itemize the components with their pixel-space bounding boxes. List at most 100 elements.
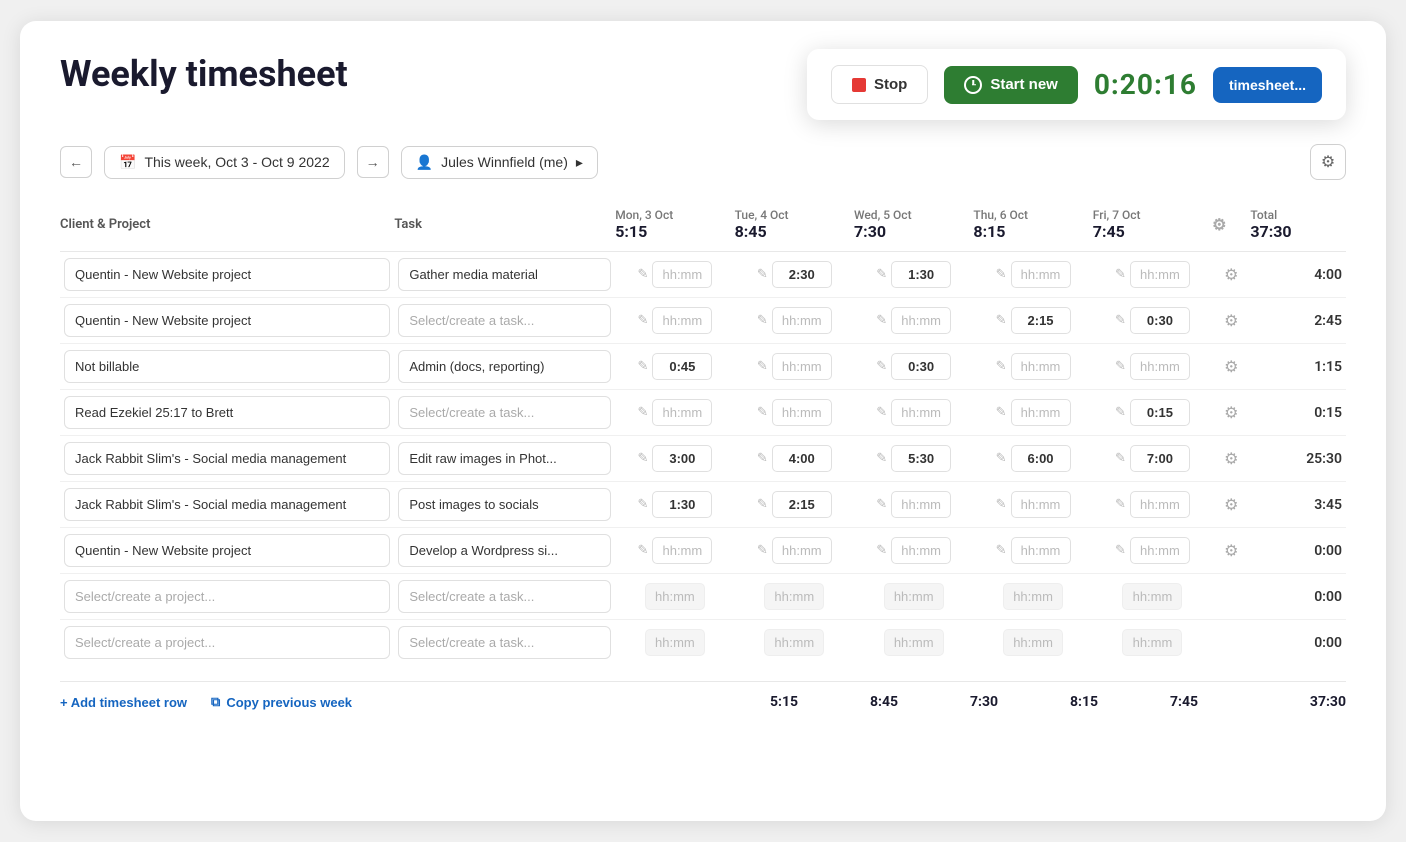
project-input[interactable] (64, 258, 390, 291)
time-input[interactable] (652, 399, 712, 426)
edit-icon[interactable]: ✎ (996, 267, 1007, 282)
time-input[interactable] (1130, 399, 1190, 426)
edit-icon[interactable]: ✎ (1115, 313, 1126, 328)
copy-week-button[interactable]: ⧉ Copy previous week (211, 694, 352, 710)
time-input[interactable] (1011, 353, 1071, 380)
date-range-button[interactable]: 📅 This week, Oct 3 - Oct 9 2022 (104, 146, 345, 179)
edit-icon[interactable]: ✎ (757, 405, 768, 420)
edit-icon[interactable]: ✎ (876, 405, 887, 420)
task-input[interactable] (398, 442, 611, 475)
prev-week-button[interactable]: ← (60, 146, 92, 178)
row-gear-icon[interactable]: ⚙ (1224, 449, 1238, 468)
edit-icon[interactable]: ✎ (757, 543, 768, 558)
time-input[interactable] (764, 583, 824, 610)
edit-icon[interactable]: ✎ (757, 359, 768, 374)
time-input[interactable] (1130, 491, 1190, 518)
edit-icon[interactable]: ✎ (637, 267, 648, 282)
time-input[interactable] (1130, 445, 1190, 472)
time-input[interactable] (772, 399, 832, 426)
edit-icon[interactable]: ✎ (757, 497, 768, 512)
time-input[interactable] (1130, 307, 1190, 334)
task-input[interactable] (398, 258, 611, 291)
edit-icon[interactable]: ✎ (637, 497, 648, 512)
settings-button[interactable]: ⚙ (1310, 144, 1346, 180)
edit-icon[interactable]: ✎ (757, 313, 768, 328)
edit-icon[interactable]: ✎ (637, 405, 648, 420)
edit-icon[interactable]: ✎ (876, 497, 887, 512)
time-input[interactable] (884, 583, 944, 610)
edit-icon[interactable]: ✎ (876, 359, 887, 374)
time-input[interactable] (645, 629, 705, 656)
task-input[interactable] (398, 396, 611, 429)
time-input[interactable] (772, 261, 832, 288)
edit-icon[interactable]: ✎ (996, 313, 1007, 328)
project-input[interactable] (64, 304, 390, 337)
task-input[interactable] (398, 304, 611, 337)
task-input[interactable] (398, 626, 611, 659)
time-input[interactable] (1011, 537, 1071, 564)
edit-icon[interactable]: ✎ (637, 359, 648, 374)
edit-icon[interactable]: ✎ (1115, 451, 1126, 466)
time-input[interactable] (1011, 307, 1071, 334)
edit-icon[interactable]: ✎ (996, 359, 1007, 374)
edit-icon[interactable]: ✎ (996, 543, 1007, 558)
time-input[interactable] (652, 261, 712, 288)
time-input[interactable] (1003, 629, 1063, 656)
edit-icon[interactable]: ✎ (1115, 497, 1126, 512)
time-input[interactable] (652, 307, 712, 334)
time-input[interactable] (1122, 583, 1182, 610)
project-input[interactable] (64, 350, 390, 383)
edit-icon[interactable]: ✎ (996, 451, 1007, 466)
edit-icon[interactable]: ✎ (757, 451, 768, 466)
time-input[interactable] (652, 445, 712, 472)
time-input[interactable] (1130, 537, 1190, 564)
edit-icon[interactable]: ✎ (1115, 405, 1126, 420)
time-input[interactable] (1011, 261, 1071, 288)
edit-icon[interactable]: ✎ (876, 313, 887, 328)
edit-icon[interactable]: ✎ (876, 267, 887, 282)
edit-icon[interactable]: ✎ (1115, 359, 1126, 374)
edit-icon[interactable]: ✎ (1115, 267, 1126, 282)
project-input[interactable] (64, 626, 390, 659)
row-gear-icon[interactable]: ⚙ (1224, 311, 1238, 330)
time-input[interactable] (772, 491, 832, 518)
project-input[interactable] (64, 396, 390, 429)
task-input[interactable] (398, 534, 611, 567)
edit-icon[interactable]: ✎ (637, 313, 648, 328)
time-input[interactable] (1011, 445, 1071, 472)
row-gear-icon[interactable]: ⚙ (1224, 403, 1238, 422)
time-input[interactable] (1011, 491, 1071, 518)
edit-icon[interactable]: ✎ (757, 267, 768, 282)
row-gear-icon[interactable]: ⚙ (1224, 265, 1238, 284)
time-input[interactable] (891, 353, 951, 380)
add-row-button[interactable]: + Add timesheet row (60, 695, 187, 710)
edit-icon[interactable]: ✎ (876, 543, 887, 558)
time-input[interactable] (772, 307, 832, 334)
row-gear-icon[interactable]: ⚙ (1224, 357, 1238, 376)
project-input[interactable] (64, 488, 390, 521)
time-input[interactable] (884, 629, 944, 656)
time-input[interactable] (652, 537, 712, 564)
time-input[interactable] (1011, 399, 1071, 426)
project-input[interactable] (64, 534, 390, 567)
next-week-button[interactable]: → (357, 146, 389, 178)
time-input[interactable] (891, 307, 951, 334)
timesheet-button[interactable]: timesheet... (1213, 67, 1322, 103)
time-input[interactable] (645, 583, 705, 610)
time-input[interactable] (652, 491, 712, 518)
time-input[interactable] (891, 445, 951, 472)
task-input[interactable] (398, 580, 611, 613)
time-input[interactable] (891, 261, 951, 288)
time-input[interactable] (772, 537, 832, 564)
time-input[interactable] (764, 629, 824, 656)
row-gear-icon[interactable]: ⚙ (1224, 495, 1238, 514)
time-input[interactable] (1130, 261, 1190, 288)
project-input[interactable] (64, 580, 390, 613)
edit-icon[interactable]: ✎ (637, 543, 648, 558)
time-input[interactable] (891, 399, 951, 426)
task-input[interactable] (398, 350, 611, 383)
stop-button[interactable]: Stop (831, 65, 928, 104)
edit-icon[interactable]: ✎ (996, 497, 1007, 512)
time-input[interactable] (1122, 629, 1182, 656)
edit-icon[interactable]: ✎ (996, 405, 1007, 420)
